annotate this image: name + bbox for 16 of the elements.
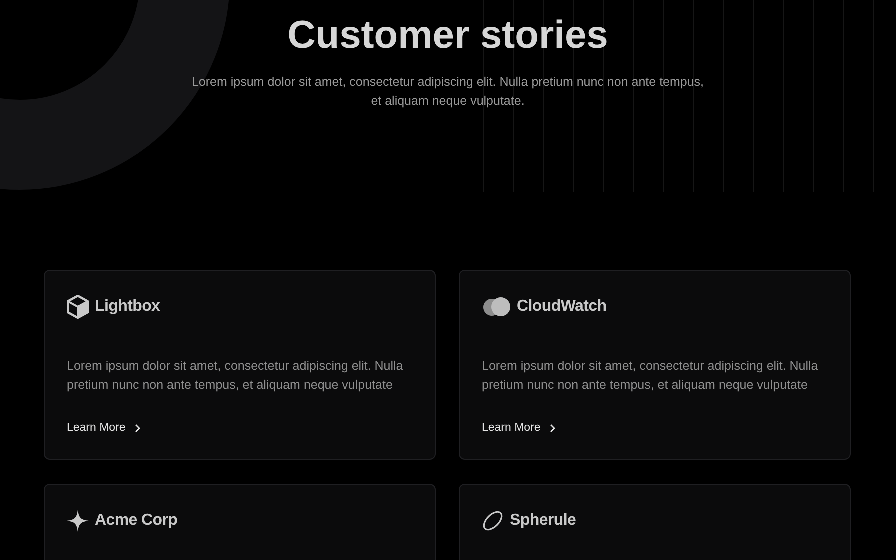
chevron-right-icon: [550, 424, 556, 434]
chevron-right-icon: [134, 424, 141, 434]
ellipse-icon: [482, 510, 504, 532]
page-title: Customer stories: [286, 14, 610, 59]
page-subtitle: Lorem ipsum dolor sit amet, consectetur adipiscing elit. Nulla pretium nunc non ante tempus, et aliquam neque vulputate.: [190, 74, 706, 110]
circles-icon: [482, 297, 511, 317]
company-name: Spherule: [510, 511, 576, 531]
learn-more-link[interactable]: Learn More: [482, 420, 556, 438]
sparkle-icon: [67, 510, 89, 532]
cube-icon: [67, 295, 89, 319]
learn-more-link[interactable]: Learn More: [67, 420, 141, 438]
story-text: Lorem ipsum dolor sit amet, consectetur adipiscing elit. Nulla pretium nunc non ante tempus, et aliquam neque vulputate: [67, 358, 404, 394]
story-text: Lorem ipsum dolor sit amet, consectetur adipiscing elit. Nulla pretium nunc non ante tempus, et aliquam neque vulputate: [482, 358, 820, 394]
company-name: Acme Corp: [95, 511, 178, 531]
company-name: CloudWatch: [517, 297, 607, 317]
company-name: Lightbox: [95, 297, 160, 317]
